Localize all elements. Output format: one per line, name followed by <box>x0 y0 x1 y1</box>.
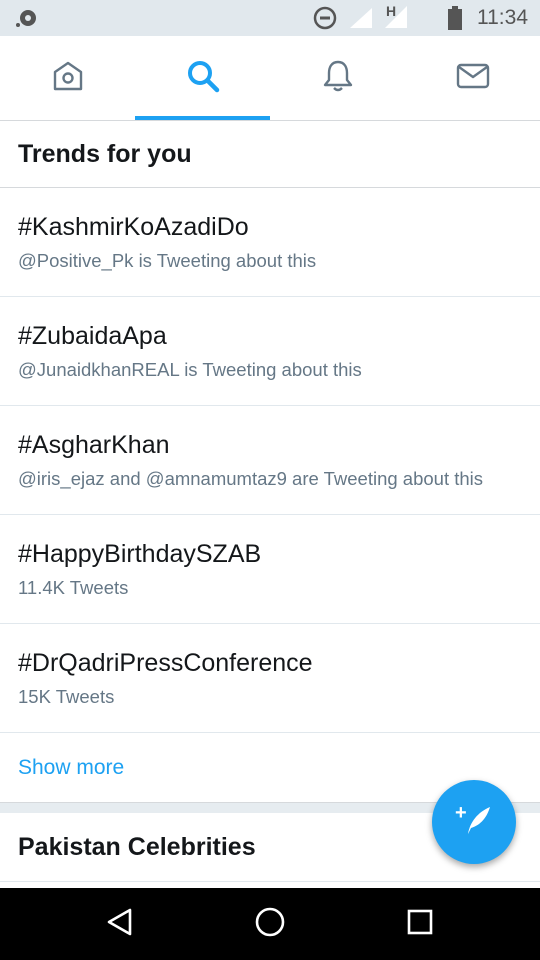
tab-notifications[interactable] <box>270 36 405 120</box>
tab-bar <box>0 36 540 121</box>
search-icon <box>186 59 220 98</box>
compose-tweet-button[interactable]: + <box>432 780 516 864</box>
tab-messages[interactable] <box>405 36 540 120</box>
battery-icon <box>447 0 463 36</box>
trend-name: #KashmirKoAzadiDo <box>18 213 249 241</box>
network-h-icon: H <box>383 0 409 36</box>
trend-meta: @JunaidkhanREAL is Tweeting about this <box>18 359 362 380</box>
back-icon <box>105 907 135 942</box>
home-button[interactable] <box>220 888 320 960</box>
trend-meta: @iris_ejaz and @amnamumtaz9 are Tweeting… <box>18 468 484 489</box>
trend-name: #AsgharKhan <box>18 431 170 459</box>
home-circle-icon <box>254 906 286 943</box>
clock: 11:34 <box>477 6 528 29</box>
trends-section-header: Trends for you <box>0 121 540 189</box>
bell-icon <box>322 59 354 98</box>
celebrities-title: Pakistan Celebrities <box>18 832 256 861</box>
trend-name: #ZubaidaApa <box>18 322 167 350</box>
tab-home[interactable] <box>0 36 135 120</box>
compose-tweet-icon: + <box>454 802 494 843</box>
network-letter: H <box>386 3 396 19</box>
do-not-disturb-icon <box>313 0 337 36</box>
recents-button[interactable] <box>370 888 470 960</box>
mail-icon <box>456 62 490 95</box>
trend-meta: 11.4K Tweets <box>18 577 129 598</box>
trend-item[interactable]: #HappyBirthdaySZAB 11.4K Tweets <box>0 515 540 624</box>
back-button[interactable] <box>70 888 170 960</box>
recents-icon <box>406 908 434 941</box>
trend-name: #DrQadriPressConference <box>18 649 313 677</box>
cast-icon <box>14 0 40 36</box>
tab-search[interactable] <box>135 36 270 120</box>
trends-title: Trends for you <box>18 139 192 168</box>
status-bar: H 11:34 <box>0 0 540 36</box>
signal-icon <box>348 0 374 36</box>
system-nav-bar <box>0 888 540 960</box>
trend-meta: 15K Tweets <box>18 686 115 707</box>
svg-text:+: + <box>455 802 467 824</box>
trend-meta: @Positive_Pk is Tweeting about this <box>18 250 317 271</box>
home-icon <box>51 60 85 97</box>
trend-item[interactable]: #AsgharKhan @iris_ejaz and @amnamumtaz9 … <box>0 406 540 515</box>
trend-item[interactable]: #ZubaidaApa @JunaidkhanREAL is Tweeting … <box>0 297 540 406</box>
trend-item[interactable]: #KashmirKoAzadiDo @Positive_Pk is Tweeti… <box>0 188 540 297</box>
trend-name: #HappyBirthdaySZAB <box>18 540 262 568</box>
show-more-link[interactable]: Show more <box>18 756 124 780</box>
trend-item[interactable]: #DrQadriPressConference 15K Tweets <box>0 624 540 733</box>
active-tab-indicator <box>135 116 270 120</box>
